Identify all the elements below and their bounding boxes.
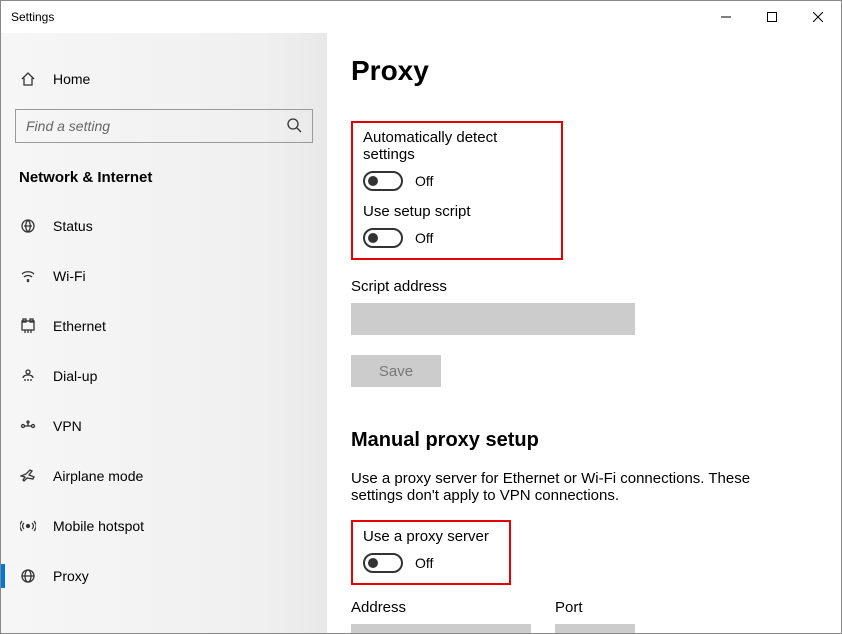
script-address-input[interactable]	[351, 303, 635, 335]
dialup-icon	[19, 368, 37, 384]
sidebar-item-proxy[interactable]: Proxy	[15, 556, 313, 596]
ethernet-icon	[19, 318, 37, 334]
search-box[interactable]	[15, 109, 313, 143]
home-button[interactable]: Home	[15, 61, 313, 97]
window-controls	[703, 1, 841, 33]
sidebar-item-label: Mobile hotspot	[53, 518, 144, 534]
close-button[interactable]	[795, 1, 841, 33]
use-script-toggle[interactable]	[363, 228, 403, 248]
script-address-label: Script address	[351, 278, 817, 295]
minimize-button[interactable]	[703, 1, 749, 33]
sidebar-item-label: Ethernet	[53, 318, 106, 334]
manual-setup-title: Manual proxy setup	[351, 429, 817, 452]
use-proxy-label: Use a proxy server	[363, 528, 499, 545]
main-content: Proxy Automatically detect settings Off …	[327, 33, 841, 633]
sidebar-item-label: Dial-up	[53, 368, 97, 384]
sidebar: Home Network & Internet Status Wi-Fi	[1, 33, 327, 633]
sidebar-item-vpn[interactable]: VPN	[15, 406, 313, 446]
use-proxy-toggle[interactable]	[363, 553, 403, 573]
vpn-icon	[19, 418, 37, 434]
minimize-icon	[721, 12, 731, 22]
use-script-label: Use setup script	[363, 203, 551, 220]
wifi-icon	[19, 268, 37, 284]
hotspot-icon	[19, 518, 37, 534]
titlebar: Settings	[1, 1, 841, 33]
port-label: Port	[555, 599, 635, 616]
sidebar-item-label: VPN	[53, 418, 82, 434]
auto-detect-toggle[interactable]	[363, 171, 403, 191]
search-input[interactable]	[26, 118, 286, 134]
use-proxy-state: Off	[415, 555, 433, 571]
category-header: Network & Internet	[19, 169, 309, 186]
port-input[interactable]	[555, 624, 635, 633]
page-title: Proxy	[351, 55, 817, 87]
home-icon	[19, 71, 37, 87]
sidebar-item-airplane[interactable]: Airplane mode	[15, 456, 313, 496]
address-label: Address	[351, 599, 531, 616]
address-input[interactable]	[351, 624, 531, 633]
window-title: Settings	[11, 10, 703, 24]
sidebar-item-hotspot[interactable]: Mobile hotspot	[15, 506, 313, 546]
sidebar-item-ethernet[interactable]: Ethernet	[15, 306, 313, 346]
status-icon	[19, 218, 37, 234]
highlight-use-proxy: Use a proxy server Off	[351, 520, 511, 585]
home-label: Home	[53, 71, 90, 87]
close-icon	[813, 12, 823, 22]
auto-detect-label: Automatically detect settings	[363, 129, 551, 163]
maximize-button[interactable]	[749, 1, 795, 33]
sidebar-item-label: Proxy	[53, 568, 89, 584]
manual-setup-description: Use a proxy server for Ethernet or Wi-Fi…	[351, 470, 801, 504]
save-button[interactable]: Save	[351, 355, 441, 387]
airplane-icon	[19, 468, 37, 484]
sidebar-item-label: Wi-Fi	[53, 268, 86, 284]
globe-icon	[19, 568, 37, 584]
sidebar-item-label: Airplane mode	[53, 468, 143, 484]
auto-detect-state: Off	[415, 173, 433, 189]
sidebar-item-wifi[interactable]: Wi-Fi	[15, 256, 313, 296]
maximize-icon	[767, 12, 777, 22]
sidebar-item-label: Status	[53, 218, 93, 234]
sidebar-item-dialup[interactable]: Dial-up	[15, 356, 313, 396]
highlight-auto-setup: Automatically detect settings Off Use se…	[351, 121, 563, 260]
sidebar-item-status[interactable]: Status	[15, 206, 313, 246]
search-icon	[286, 117, 302, 136]
use-script-state: Off	[415, 230, 433, 246]
